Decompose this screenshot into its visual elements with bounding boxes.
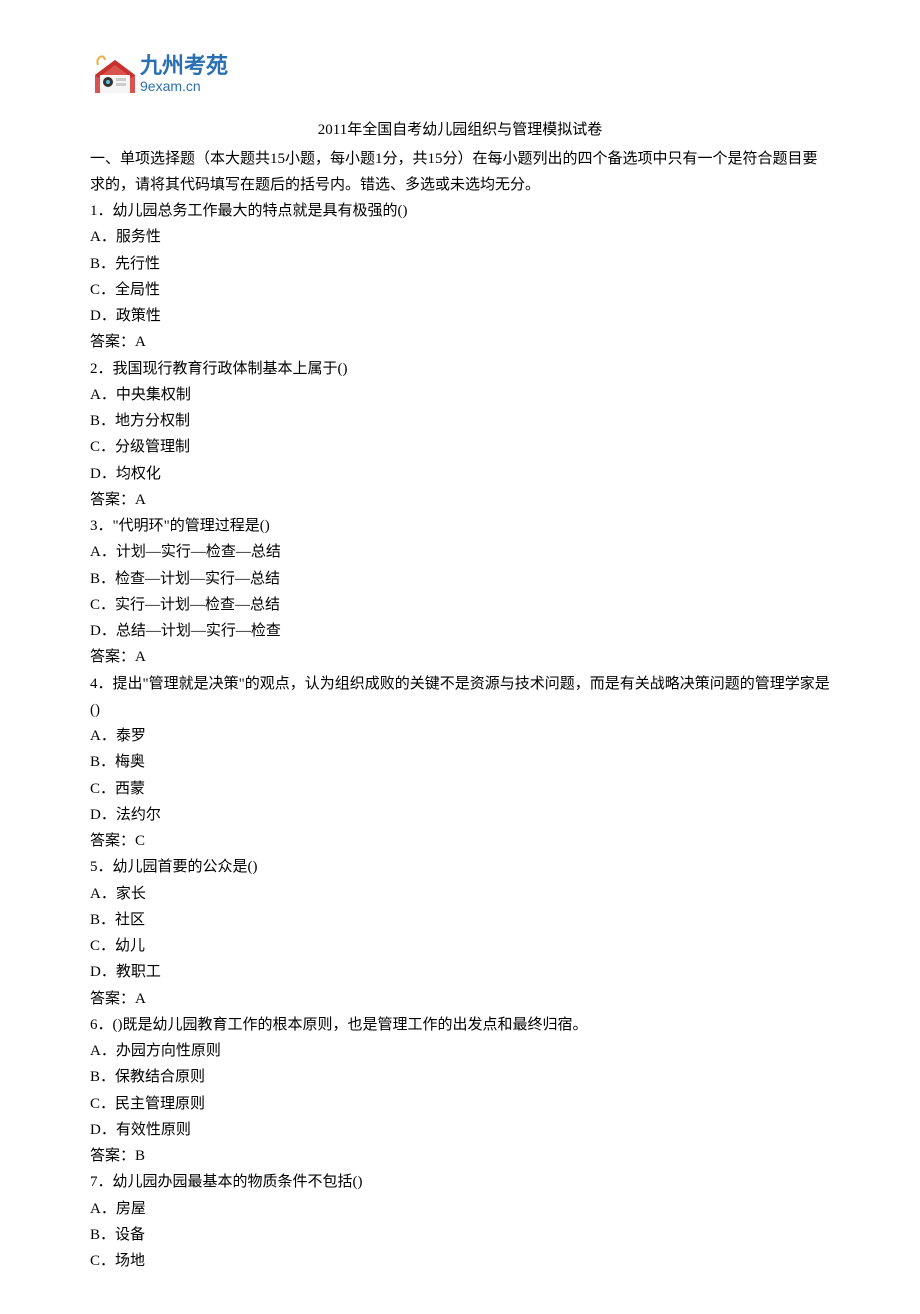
question-option: D．总结—计划—实行—检查: [90, 618, 830, 644]
question-stem: 3．"代明环"的管理过程是(): [90, 513, 830, 539]
question-option: C．场地: [90, 1248, 830, 1274]
question-option: A．办园方向性原则: [90, 1038, 830, 1064]
question-option: B．先行性: [90, 251, 830, 277]
question-stem: 5．幼儿园首要的公众是(): [90, 854, 830, 880]
question-block: 4．提出"管理就是决策"的观点，认为组织成败的关键不是资源与技术问题，而是有关战…: [90, 671, 830, 855]
question-answer: 答案：A: [90, 644, 830, 670]
question-stem: 7．幼儿园办园最基本的物质条件不包括(): [90, 1169, 830, 1195]
logo-icon: 九州考苑 9exam.cn: [90, 45, 245, 100]
logo-brand-text: 九州考苑: [139, 53, 228, 78]
question-answer: 答案：B: [90, 1143, 830, 1169]
question-option: D．法约尔: [90, 802, 830, 828]
question-block: 1．幼儿园总务工作最大的特点就是具有极强的() A．服务性 B．先行性 C．全局…: [90, 198, 830, 356]
question-answer: 答案：C: [90, 828, 830, 854]
question-option: D．有效性原则: [90, 1117, 830, 1143]
question-option: A．计划—实行—检查—总结: [90, 539, 830, 565]
question-option: A．家长: [90, 881, 830, 907]
document-title: 2011年全国自考幼儿园组织与管理模拟试卷: [90, 117, 830, 143]
question-answer: 答案：A: [90, 329, 830, 355]
question-option: B．检查—计划—实行—总结: [90, 566, 830, 592]
question-option: C．民主管理原则: [90, 1091, 830, 1117]
question-answer: 答案：A: [90, 487, 830, 513]
question-option: B．梅奥: [90, 749, 830, 775]
question-option: B．地方分权制: [90, 408, 830, 434]
question-block: 5．幼儿园首要的公众是() A．家长 B．社区 C．幼儿 D．教职工 答案：A: [90, 854, 830, 1012]
question-stem: 4．提出"管理就是决策"的观点，认为组织成败的关键不是资源与技术问题，而是有关战…: [90, 671, 830, 724]
header-logo-area: 九州考苑 9exam.cn: [90, 45, 830, 109]
question-option: C．实行—计划—检查—总结: [90, 592, 830, 618]
question-answer: 答案：A: [90, 986, 830, 1012]
question-option: C．幼儿: [90, 933, 830, 959]
logo-domain-text: 9exam.cn: [140, 78, 201, 94]
document-page: 九州考苑 9exam.cn 2011年全国自考幼儿园组织与管理模拟试卷 一、单项…: [0, 0, 920, 1314]
question-option: C．西蒙: [90, 776, 830, 802]
question-block: 2．我国现行教育行政体制基本上属于() A．中央集权制 B．地方分权制 C．分级…: [90, 356, 830, 514]
question-stem: 1．幼儿园总务工作最大的特点就是具有极强的(): [90, 198, 830, 224]
question-option: B．设备: [90, 1222, 830, 1248]
question-option: C．分级管理制: [90, 434, 830, 460]
section-intro: 一、单项选择题（本大题共15小题，每小题1分，共15分）在每小题列出的四个备选项…: [90, 146, 830, 199]
question-option: C．全局性: [90, 277, 830, 303]
question-option: B．社区: [90, 907, 830, 933]
question-option: D．均权化: [90, 461, 830, 487]
question-stem: 2．我国现行教育行政体制基本上属于(): [90, 356, 830, 382]
question-option: A．泰罗: [90, 723, 830, 749]
question-option: A．房屋: [90, 1196, 830, 1222]
question-option: D．教职工: [90, 959, 830, 985]
question-stem: 6．()既是幼儿园教育工作的根本原则，也是管理工作的出发点和最终归宿。: [90, 1012, 830, 1038]
question-block: 6．()既是幼儿园教育工作的根本原则，也是管理工作的出发点和最终归宿。 A．办园…: [90, 1012, 830, 1170]
question-option: A．服务性: [90, 224, 830, 250]
question-option: D．政策性: [90, 303, 830, 329]
question-option: A．中央集权制: [90, 382, 830, 408]
brand-logo: 九州考苑 9exam.cn: [90, 45, 245, 109]
question-option: B．保教结合原则: [90, 1064, 830, 1090]
question-block: 7．幼儿园办园最基本的物质条件不包括() A．房屋 B．设备 C．场地: [90, 1169, 830, 1274]
question-block: 3．"代明环"的管理过程是() A．计划—实行—检查—总结 B．检查—计划—实行…: [90, 513, 830, 671]
